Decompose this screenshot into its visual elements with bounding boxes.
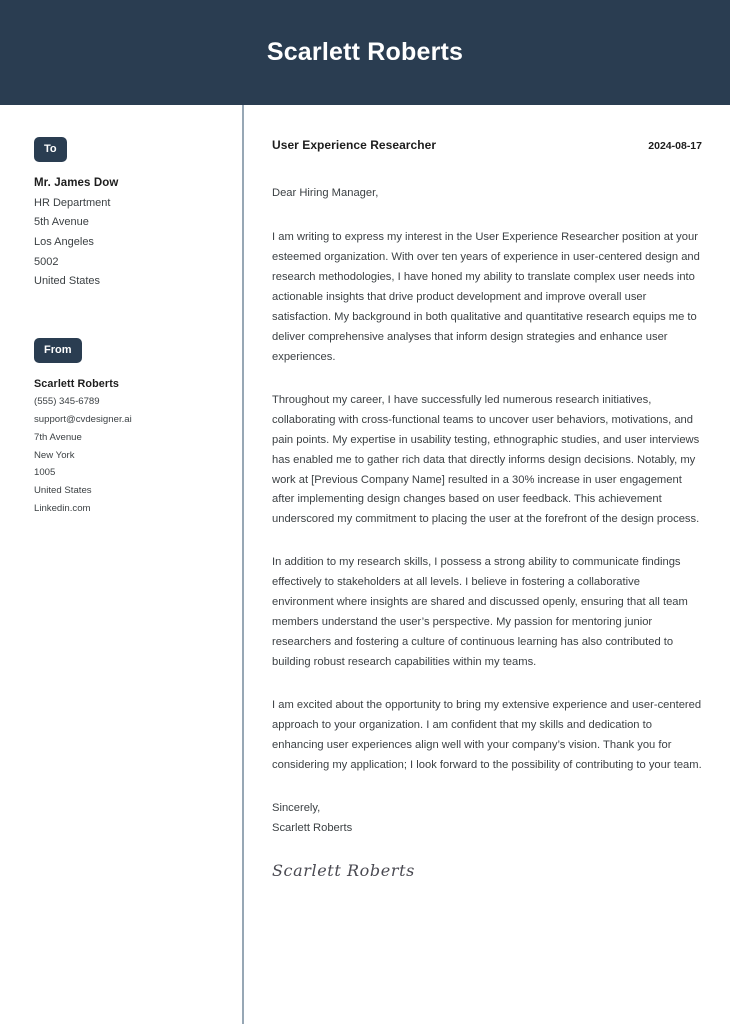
- letter-content-header: User Experience Researcher 2024-08-17: [272, 138, 702, 153]
- to-badge: To: [34, 137, 67, 162]
- closing-name: Scarlett Roberts: [272, 821, 353, 834]
- sender-address-line: United States: [34, 485, 92, 497]
- sender-website: Linkedin.com: [34, 502, 91, 514]
- sender-email: support@cvdesigner.ai: [34, 414, 132, 426]
- letter-content: User Experience Researcher 2024-08-17 De…: [244, 105, 730, 1024]
- recipient-name: Mr. James Dow: [34, 177, 119, 189]
- recipient-address-line: 5th Avenue: [34, 216, 89, 229]
- letter-paragraph: I am writing to express my interest in t…: [272, 231, 700, 363]
- from-badge: From: [34, 337, 82, 363]
- sender-phone: (555) 345-6789: [34, 396, 100, 408]
- recipient-address-line: United States: [34, 275, 101, 288]
- applicant-name-heading: Scarlett Roberts: [266, 38, 464, 66]
- handwritten-signature: Scarlett Roberts: [272, 860, 415, 880]
- recipient-address-line: Los Angeles: [34, 235, 94, 248]
- letter-paragraph: In addition to my research skills, I pos…: [272, 556, 688, 668]
- letter-body: To Mr. James Dow HR Department 5th Avenu…: [0, 105, 730, 1024]
- sender-address-line: 7th Avenue: [34, 431, 82, 443]
- sender-address-line: New York: [34, 449, 75, 461]
- job-title: User Experience Researcher: [272, 138, 437, 152]
- letter-date: 2024-08-17: [648, 140, 702, 152]
- letter-paragraph: Throughout my career, I have successfull…: [272, 393, 700, 526]
- letter-paragraph: I am excited about the opportunity to br…: [272, 698, 702, 771]
- sender-address-line: 1005: [34, 467, 56, 479]
- salutation: Dear Hiring Manager,: [272, 186, 379, 199]
- letter-header-banner: Scarlett Roberts: [0, 0, 730, 105]
- cover-letter-page: Scarlett Roberts To Mr. James Dow HR Dep…: [0, 0, 730, 1024]
- sender-address-block: From Scarlett Roberts (555) 345-6789 sup…: [34, 337, 222, 518]
- closing-salutation: Sincerely,: [272, 801, 321, 814]
- recipient-address-line: 5002: [34, 255, 59, 268]
- letter-closing: Sincerely, Scarlett Roberts: [272, 799, 702, 839]
- recipient-address-line: HR Department: [34, 196, 111, 209]
- sender-name: Scarlett Roberts: [34, 377, 120, 390]
- recipient-address-block: To Mr. James Dow HR Department 5th Avenu…: [34, 137, 222, 292]
- address-sidebar: To Mr. James Dow HR Department 5th Avenu…: [0, 105, 244, 1024]
